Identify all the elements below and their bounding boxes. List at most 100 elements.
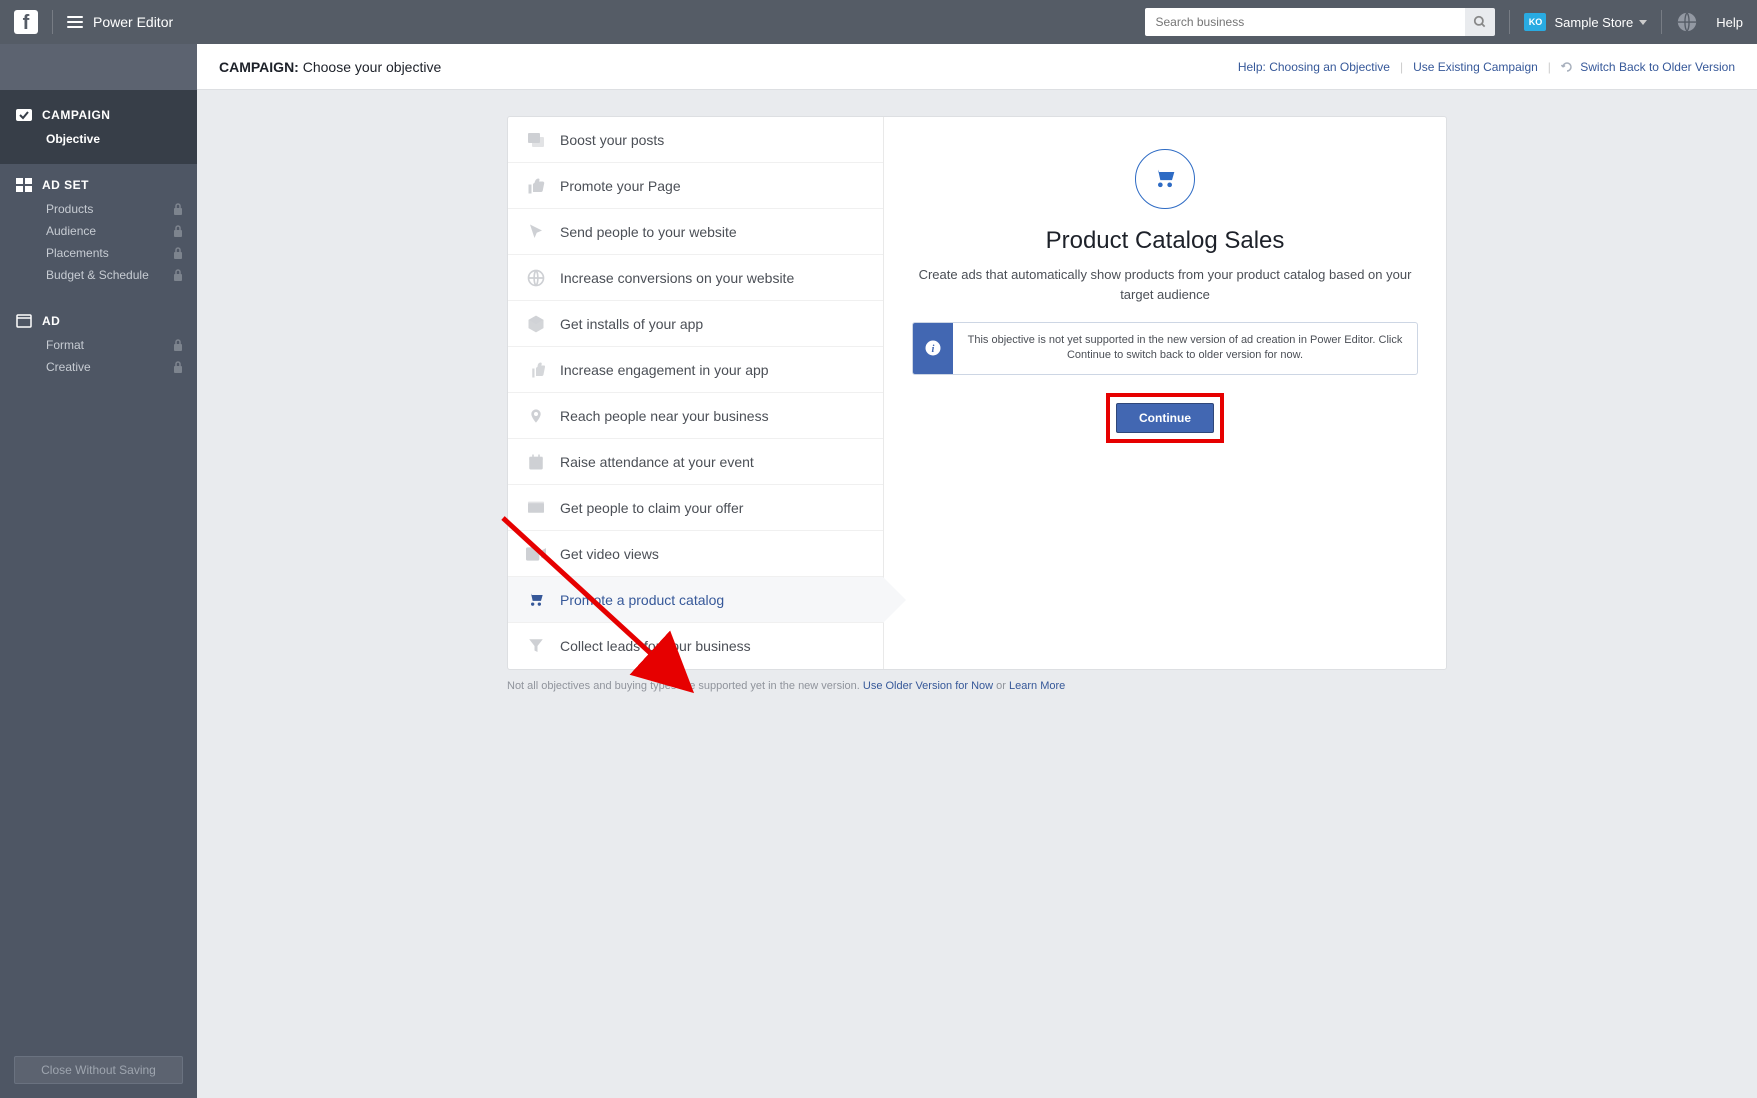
- sidebar-item-format[interactable]: Format: [0, 334, 197, 356]
- switch-older-link[interactable]: Switch Back to Older Version: [1561, 60, 1735, 74]
- objective-label: Promote a product catalog: [560, 592, 724, 608]
- objective-calendar[interactable]: Raise attendance at your event: [508, 439, 883, 485]
- sidebar-header-label: CAMPAIGN: [42, 108, 110, 122]
- objective-panel: Boost your posts Promote your Page Send pe…: [507, 116, 1447, 670]
- objective-label: Promote your Page: [560, 178, 681, 194]
- content: CAMPAIGN: Choose your objective Help: Ch…: [197, 44, 1757, 1098]
- app-title: Power Editor: [93, 14, 173, 30]
- objective-label: Increase engagement in your app: [560, 362, 769, 378]
- cart-icon: [1135, 149, 1195, 209]
- page-title: CAMPAIGN: Choose your objective: [219, 59, 441, 75]
- sidebar-item-objective[interactable]: Objective: [0, 128, 197, 150]
- pin-icon: [526, 406, 546, 426]
- footnote: Not all objectives and buying types are …: [507, 680, 1447, 692]
- sidebar-header-adset: AD SET: [0, 178, 197, 198]
- lock-icon: [173, 361, 183, 373]
- revert-icon: [1561, 61, 1573, 73]
- info-text: This objective is not yet supported in t…: [953, 323, 1417, 374]
- close-without-saving-button[interactable]: Close Without Saving: [14, 1056, 183, 1084]
- objective-label: Increase conversions on your website: [560, 270, 794, 286]
- posts-icon: [526, 130, 546, 150]
- objective-label: Send people to your website: [560, 224, 737, 240]
- objective-cart[interactable]: Promote a product catalog: [508, 577, 883, 623]
- cursor-icon: [526, 222, 546, 242]
- lock-icon: [173, 269, 183, 281]
- divider: [52, 10, 53, 34]
- adset-icon: [16, 178, 32, 192]
- content-header: CAMPAIGN: Choose your objective Help: Ch…: [197, 44, 1757, 90]
- sidebar: CAMPAIGN Objective AD SET Products Audie…: [0, 44, 197, 1098]
- sidebar-item-audience[interactable]: Audience: [0, 220, 197, 242]
- sidebar-section-adset: AD SET Products Audience Placements Budg…: [0, 164, 197, 300]
- topbar: f Power Editor KO Sample Store Help: [0, 0, 1757, 44]
- detail-title: Product Catalog Sales: [912, 227, 1418, 255]
- lock-icon: [173, 339, 183, 351]
- sidebar-header-campaign: CAMPAIGN: [0, 108, 197, 128]
- sidebar-item-budget[interactable]: Budget & Schedule: [0, 264, 197, 286]
- sidebar-section-ad: AD Format Creative: [0, 300, 197, 392]
- user-menu[interactable]: KO Sample Store: [1524, 13, 1647, 31]
- help-link[interactable]: Help: [1716, 15, 1743, 30]
- objective-tag[interactable]: Get people to claim your offer: [508, 485, 883, 531]
- help-choosing-link[interactable]: Help: Choosing an Objective: [1238, 60, 1390, 74]
- objective-pin[interactable]: Reach people near your business: [508, 393, 883, 439]
- objective-label: Collect leads for your business: [560, 638, 751, 654]
- like-icon: [526, 176, 546, 196]
- tag-icon: [526, 498, 546, 518]
- search-button[interactable]: [1465, 8, 1495, 36]
- hamburger-icon[interactable]: [67, 16, 83, 28]
- facebook-logo[interactable]: f: [14, 10, 38, 34]
- detail-description: Create ads that automatically show produ…: [912, 265, 1418, 304]
- objective-video[interactable]: Get video views: [508, 531, 883, 577]
- objective-cursor[interactable]: Send people to your website: [508, 209, 883, 255]
- globe-icon[interactable]: [1676, 11, 1698, 33]
- objective-label: Get video views: [560, 546, 659, 562]
- thumbs-icon: [526, 360, 546, 380]
- ad-icon: [16, 314, 32, 328]
- globe-icon: [526, 268, 546, 288]
- box-icon: [526, 314, 546, 334]
- search-input[interactable]: [1145, 8, 1465, 36]
- cart-icon: [526, 590, 546, 610]
- lock-icon: [173, 225, 183, 237]
- objective-like[interactable]: Promote your Page: [508, 163, 883, 209]
- search-icon: [1473, 15, 1487, 29]
- objective-label: Get people to claim your offer: [560, 500, 743, 516]
- objective-detail: Product Catalog Sales Create ads that au…: [884, 117, 1446, 669]
- continue-button[interactable]: Continue: [1116, 403, 1214, 433]
- chevron-down-icon: [1639, 20, 1647, 25]
- learn-more-link[interactable]: Learn More: [1009, 680, 1065, 692]
- objective-box[interactable]: Get installs of your app: [508, 301, 883, 347]
- use-older-link[interactable]: Use Older Version for Now: [863, 680, 993, 692]
- sidebar-header-label: AD: [42, 314, 60, 328]
- lock-icon: [173, 203, 183, 215]
- svg-text:i: i: [932, 344, 935, 355]
- divider: [1509, 10, 1510, 34]
- objective-funnel[interactable]: Collect leads for your business: [508, 623, 883, 669]
- user-name: Sample Store: [1554, 15, 1633, 30]
- user-badge: KO: [1524, 13, 1546, 31]
- sidebar-item-creative[interactable]: Creative: [0, 356, 197, 378]
- highlight-box: Continue: [1106, 393, 1224, 443]
- sidebar-item-products[interactable]: Products: [0, 198, 197, 220]
- info-banner: i This objective is not yet supported in…: [912, 322, 1418, 375]
- campaign-icon: [16, 108, 32, 122]
- calendar-icon: [526, 452, 546, 472]
- sidebar-header-ad: AD: [0, 314, 197, 334]
- divider: [1661, 10, 1662, 34]
- info-icon: i: [913, 323, 953, 374]
- sidebar-header-label: AD SET: [42, 178, 89, 192]
- objective-thumbs[interactable]: Increase engagement in your app: [508, 347, 883, 393]
- use-existing-link[interactable]: Use Existing Campaign: [1413, 60, 1538, 74]
- sidebar-item-placements[interactable]: Placements: [0, 242, 197, 264]
- objective-posts[interactable]: Boost your posts: [508, 117, 883, 163]
- objective-globe[interactable]: Increase conversions on your website: [508, 255, 883, 301]
- sidebar-section-campaign: CAMPAIGN Objective: [0, 90, 197, 164]
- video-icon: [526, 544, 546, 564]
- funnel-icon: [526, 636, 546, 656]
- objective-label: Boost your posts: [560, 132, 664, 148]
- search-box: [1145, 8, 1495, 36]
- objective-label: Raise attendance at your event: [560, 454, 754, 470]
- lock-icon: [173, 247, 183, 259]
- objective-label: Get installs of your app: [560, 316, 703, 332]
